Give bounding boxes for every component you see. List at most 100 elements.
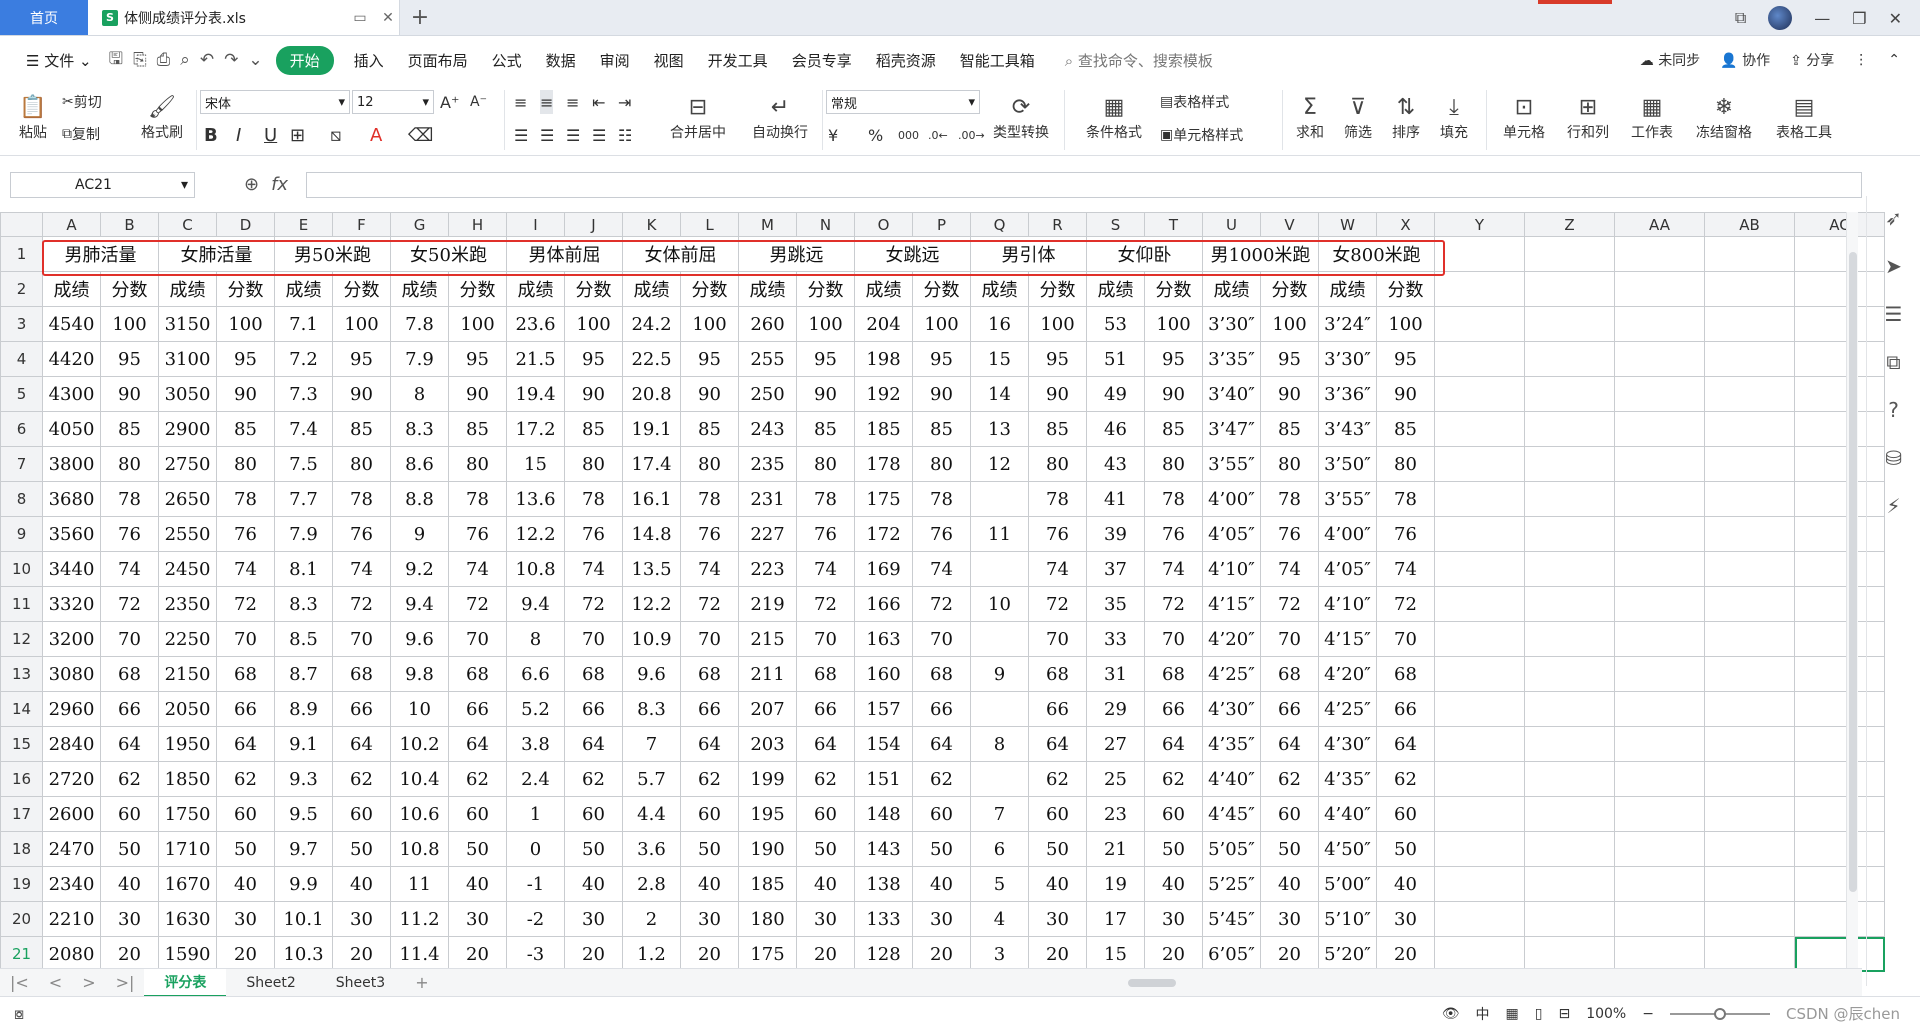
close-window-icon[interactable]: ✕	[1889, 9, 1902, 28]
table-cell[interactable]: 85	[796, 411, 855, 447]
table-cell[interactable]: 60	[1028, 796, 1087, 832]
sub-header-cell[interactable]: 成绩	[390, 271, 449, 307]
table-cell[interactable]: 49	[1086, 376, 1145, 412]
table-cell[interactable]	[1434, 726, 1525, 762]
table-cell[interactable]: 4’25″	[1318, 691, 1377, 727]
export-icon[interactable]: ⎘	[128, 50, 152, 70]
table-cell[interactable]: 90	[332, 376, 391, 412]
table-cell[interactable]: 74	[1028, 551, 1087, 587]
table-cell[interactable]	[1704, 236, 1795, 272]
table-cell[interactable]: 30	[1028, 901, 1087, 937]
table-cell[interactable]: 10.2	[390, 726, 449, 762]
table-cell[interactable]: 60	[1260, 796, 1319, 832]
table-cell[interactable]: 76	[912, 516, 971, 552]
table-cell[interactable]: 76	[448, 516, 507, 552]
table-cell[interactable]: 235	[738, 446, 797, 482]
table-cell[interactable]	[1614, 306, 1705, 342]
table-cell[interactable]: 11	[970, 516, 1029, 552]
menu-developer[interactable]: 开发工具	[696, 50, 780, 71]
table-cell[interactable]	[1434, 656, 1525, 692]
table-cell[interactable]: 95	[1144, 341, 1203, 377]
table-cell[interactable]: 66	[448, 691, 507, 727]
table-cell[interactable]: 9.2	[390, 551, 449, 587]
table-cell[interactable]: 2960	[42, 691, 101, 727]
table-cell[interactable]: 70	[1260, 621, 1319, 657]
table-cell[interactable]: 50	[216, 831, 275, 867]
table-cell[interactable]: 78	[216, 481, 275, 517]
table-cell[interactable]: 260	[738, 306, 797, 342]
table-cell[interactable]: 90	[680, 376, 739, 412]
table-cell[interactable]: 74	[216, 551, 275, 587]
table-cell[interactable]: 72	[680, 586, 739, 622]
table-cell[interactable]: 5’05″	[1202, 831, 1261, 867]
column-header-e[interactable]: E	[274, 212, 333, 237]
table-cell[interactable]: 203	[738, 726, 797, 762]
table-cell[interactable]: 255	[738, 341, 797, 377]
column-header-t[interactable]: T	[1144, 212, 1203, 237]
table-cell[interactable]: 80	[680, 446, 739, 482]
table-cell[interactable]	[1524, 656, 1615, 692]
table-cell[interactable]	[1704, 796, 1795, 832]
table-cell[interactable]: 13	[970, 411, 1029, 447]
freeze-panes-button[interactable]: ❄ 冻结窗格	[1688, 88, 1760, 150]
table-cell[interactable]: 16	[970, 306, 1029, 342]
table-cell[interactable]: 76	[332, 516, 391, 552]
table-cell[interactable]: 78	[680, 481, 739, 517]
table-cell[interactable]: 3800	[42, 446, 101, 482]
zoom-level[interactable]: 100%	[1586, 1006, 1626, 1022]
table-cell[interactable]: 11.2	[390, 901, 449, 937]
increase-decimal-icon[interactable]: .0←	[928, 122, 948, 148]
table-cell[interactable]: 8.9	[274, 691, 333, 727]
table-cell[interactable]	[1614, 831, 1705, 867]
table-cell[interactable]: 40	[448, 866, 507, 902]
collapse-ribbon-icon[interactable]: ⌃	[1888, 52, 1900, 68]
row-header[interactable]: 20	[0, 901, 43, 937]
column-header-m[interactable]: M	[738, 212, 797, 237]
sub-header-cell[interactable]: 分数	[1144, 271, 1203, 307]
table-cell[interactable]: 23.6	[506, 306, 565, 342]
table-cell[interactable]: 3100	[158, 341, 217, 377]
table-cell[interactable]: 60	[332, 796, 391, 832]
table-cell[interactable]	[1434, 901, 1525, 937]
table-cell[interactable]: 2.8	[622, 866, 681, 902]
first-sheet-icon[interactable]: |<	[0, 973, 39, 992]
last-sheet-icon[interactable]: >|	[106, 973, 145, 992]
table-cell[interactable]: 1	[506, 796, 565, 832]
table-cell[interactable]: 74	[1144, 551, 1203, 587]
table-cell[interactable]: 20	[796, 936, 855, 972]
table-cell[interactable]: 95	[912, 341, 971, 377]
table-cell[interactable]	[1704, 271, 1795, 307]
column-header-d[interactable]: D	[216, 212, 275, 237]
table-cell[interactable]: 72	[796, 586, 855, 622]
table-cell[interactable]: 3	[970, 936, 1029, 972]
table-cell[interactable]: 50	[564, 831, 623, 867]
category-header-cell[interactable]: 男50米跑	[274, 236, 391, 272]
table-cell[interactable]: 72	[100, 586, 159, 622]
table-cell[interactable]: 62	[1144, 761, 1203, 797]
table-cell[interactable]: 20	[1260, 936, 1319, 972]
table-cell[interactable]: 9.5	[274, 796, 333, 832]
table-cell[interactable]: 211	[738, 656, 797, 692]
table-cell[interactable]: 1590	[158, 936, 217, 972]
table-cell[interactable]	[1614, 236, 1705, 272]
table-cell[interactable]: 80	[1376, 446, 1435, 482]
rocket-icon[interactable]: ➶	[1885, 206, 1902, 230]
row-col-button[interactable]: ⊞ 行和列	[1560, 88, 1616, 150]
table-cell[interactable]	[1614, 691, 1705, 727]
bold-icon[interactable]: B	[204, 122, 218, 148]
table-cell[interactable]	[1524, 866, 1615, 902]
table-cell[interactable]: 78	[1028, 481, 1087, 517]
row-header[interactable]: 10	[0, 551, 43, 587]
table-cell[interactable]	[1614, 726, 1705, 762]
table-cell[interactable]: 60	[100, 796, 159, 832]
table-cell[interactable]: 0	[506, 831, 565, 867]
table-cell[interactable]: 5’00″	[1318, 866, 1377, 902]
table-cell[interactable]: 10.8	[390, 831, 449, 867]
row-header[interactable]: 16	[0, 761, 43, 797]
table-cell[interactable]: 4050	[42, 411, 101, 447]
zoom-out-icon[interactable]: −	[1642, 1006, 1654, 1022]
table-cell[interactable]	[1524, 936, 1615, 972]
redo-icon[interactable]: ↷	[219, 50, 243, 70]
table-cell[interactable]: 2550	[158, 516, 217, 552]
table-cell[interactable]: 50	[100, 831, 159, 867]
